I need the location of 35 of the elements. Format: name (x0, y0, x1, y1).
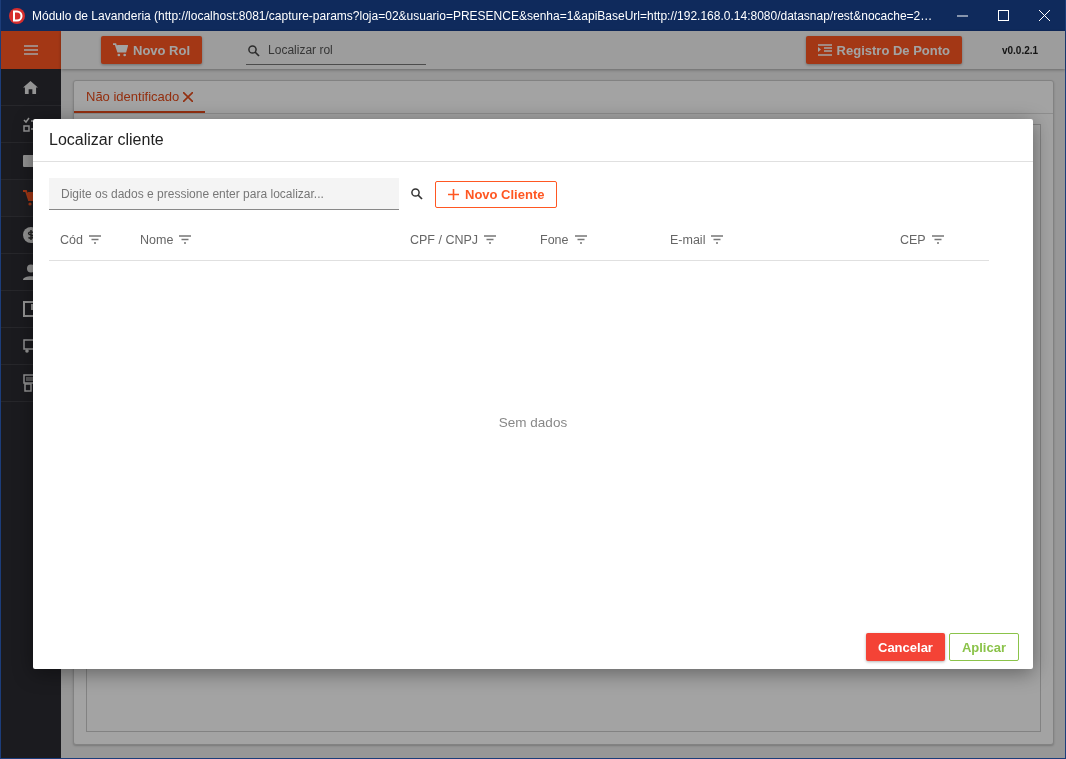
person-icon (23, 264, 34, 280)
cancel-button[interactable]: Cancelar (866, 633, 945, 661)
search-icon (248, 45, 261, 57)
list-icon (817, 44, 832, 56)
search-icon[interactable] (411, 188, 423, 200)
maximize-icon[interactable] (998, 10, 1009, 21)
filter-icon (88, 235, 101, 244)
search-field[interactable]: Localizar rol (246, 35, 427, 65)
version-label: v0.0.2.1 (1000, 44, 1040, 56)
new-client-button[interactable]: Novo Cliente (435, 180, 558, 208)
column-header[interactable]: Nome (129, 232, 399, 247)
cart-icon (23, 190, 34, 206)
filter-icon (931, 235, 944, 244)
column-header[interactable]: CPF / CNPJ (399, 232, 529, 247)
menu-icon (24, 45, 38, 55)
search-field[interactable]: Digite os dados e pressione enter para localizar... (49, 178, 399, 210)
column-header[interactable]: Fone (529, 232, 659, 247)
filter-icon (574, 235, 587, 244)
window-title: Módulo de Lavanderia (http://localhost:8081/capture-params?loja=02&usuario=PRESENCE&senha=1&apiBaseUrl=http://192.168.0.14:8080/datasnap/rest&nocache=2… (32, 7, 933, 24)
tab[interactable]: Não identificado (74, 81, 206, 113)
plus-icon (448, 188, 459, 200)
filter-icon (711, 235, 724, 244)
card-icon (23, 155, 34, 167)
dialog-title: Localizar cliente (33, 119, 1033, 162)
column-header[interactable]: CEP (889, 232, 989, 247)
home-icon (23, 80, 38, 94)
checklist-icon (23, 116, 33, 132)
app-logo-icon (9, 7, 25, 24)
column-header[interactable]: E-mail (659, 232, 889, 247)
cash-register-icon (23, 374, 34, 392)
column-header[interactable]: Cód (49, 232, 129, 247)
empty-message: Sem dados (498, 414, 568, 430)
cart-icon (113, 43, 128, 57)
filter-icon (179, 235, 192, 244)
filter-icon (484, 235, 497, 244)
